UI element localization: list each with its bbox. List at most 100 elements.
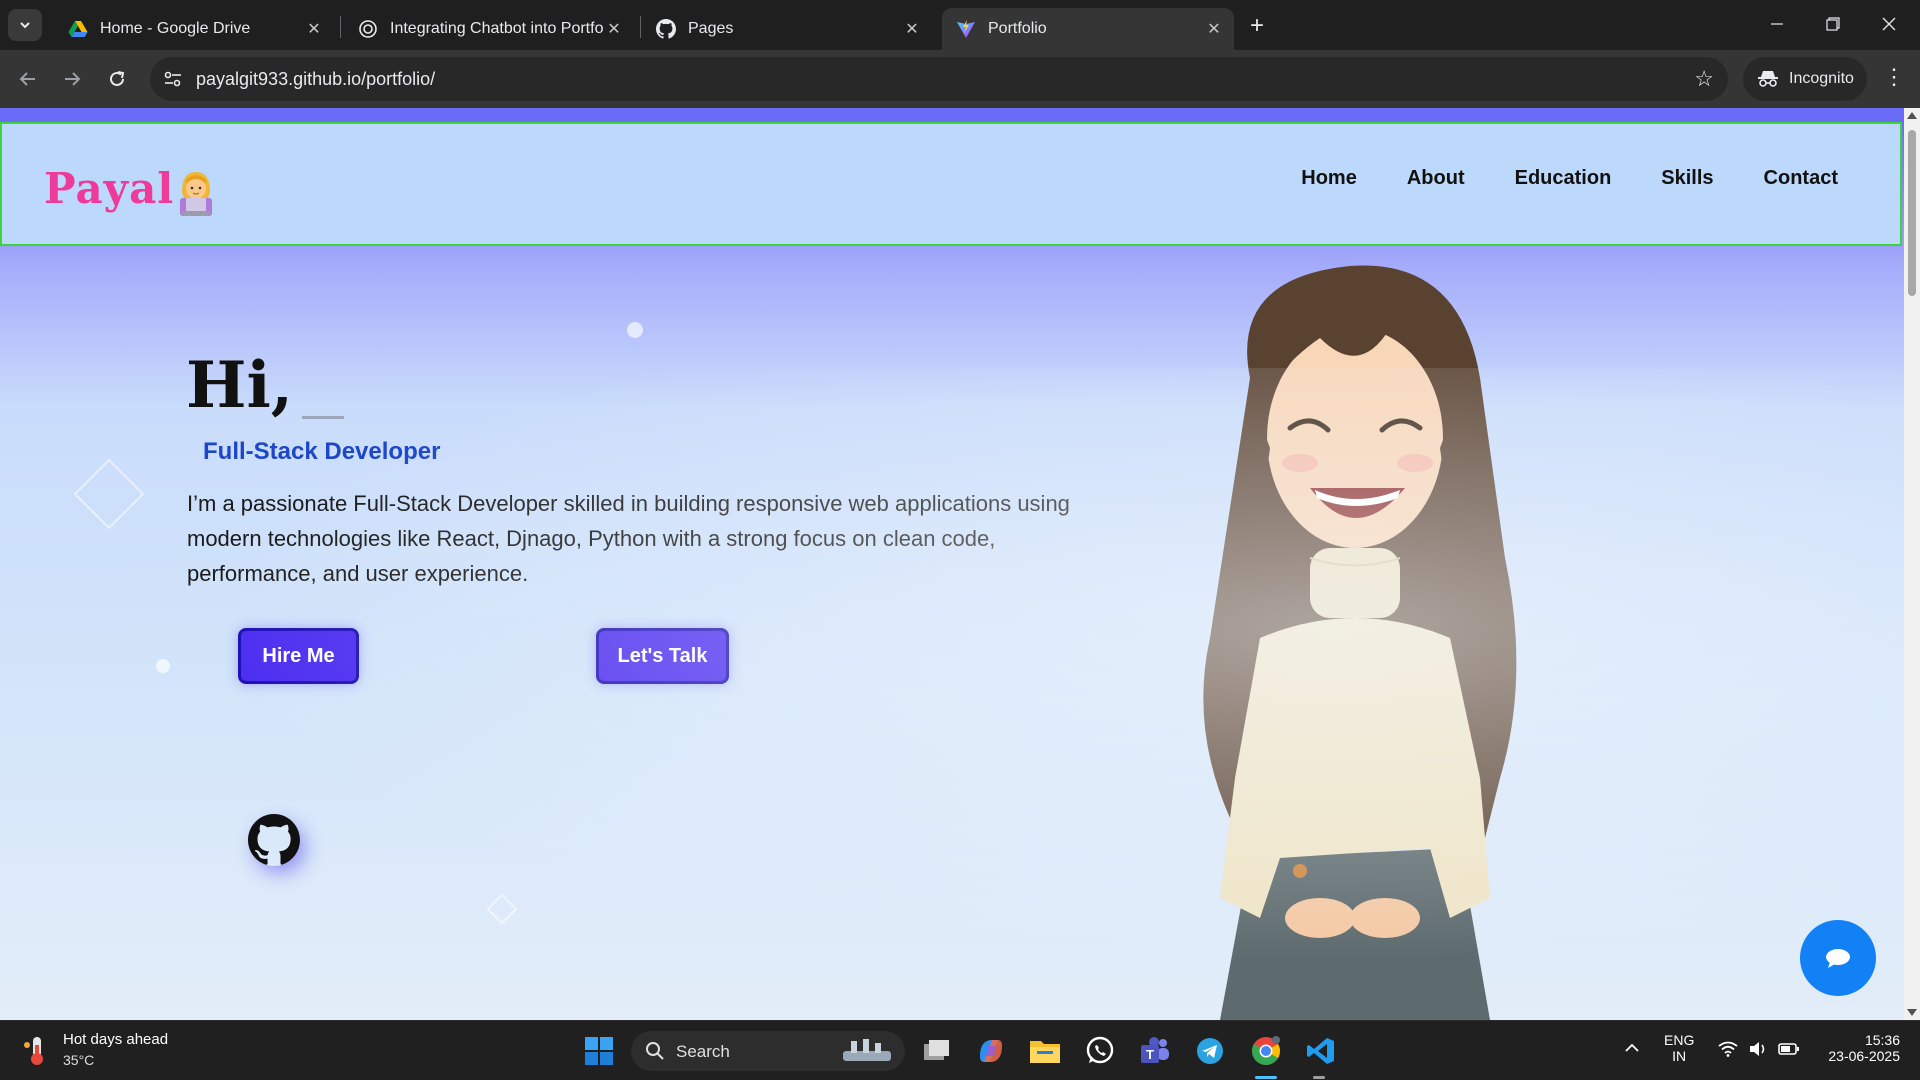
decorative-diamond [73, 458, 145, 530]
browser-menu-icon[interactable]: ⋮ [1880, 64, 1908, 90]
tab-search-button[interactable] [8, 9, 42, 41]
google-drive-icon [68, 19, 88, 39]
site-logo[interactable]: Payal [44, 164, 174, 213]
weather-title[interactable]: Hot days ahead [63, 1031, 168, 1048]
copilot-button[interactable] [974, 1034, 1008, 1068]
decorative-dot [156, 659, 170, 673]
language-region: IN [1672, 1048, 1687, 1064]
show-hidden-icons-button[interactable] [1624, 1041, 1640, 1059]
close-icon[interactable]: ✕ [1204, 19, 1224, 39]
main-nav: Home About Education Skills Contact [1301, 167, 1838, 190]
language-code: ENG [1664, 1032, 1695, 1048]
reload-button[interactable] [101, 63, 133, 95]
whatsapp-button[interactable] [1083, 1034, 1117, 1068]
chatbot-button[interactable] [1800, 920, 1876, 996]
vscode-icon [1307, 1038, 1334, 1064]
minimize-button[interactable] [1750, 6, 1804, 42]
hero-description: I’m a passionate Full-Stack Developer sk… [187, 491, 1070, 586]
close-icon[interactable]: ✕ [304, 19, 324, 39]
forward-button[interactable] [56, 63, 88, 95]
close-window-button[interactable] [1862, 6, 1916, 42]
restore-button[interactable] [1806, 6, 1860, 42]
telegram-icon [1197, 1038, 1223, 1064]
nav-about[interactable]: About [1407, 167, 1465, 190]
tab-divider [640, 16, 641, 38]
decorative-diamond [486, 893, 518, 925]
page-scrollbar[interactable] [1904, 108, 1920, 1020]
close-icon[interactable]: ✕ [604, 19, 624, 39]
chat-bubble-icon [1826, 949, 1850, 968]
tab-title: Home - Google Drive [100, 20, 251, 37]
weather-temperature[interactable]: 35°C [63, 1052, 94, 1068]
hire-me-button[interactable]: Hire Me [238, 628, 359, 684]
telegram-button[interactable] [1193, 1034, 1227, 1068]
vscode-button[interactable] [1304, 1034, 1338, 1068]
teams-icon: T [1141, 1037, 1169, 1063]
tab-portfolio[interactable]: Portfolio ✕ [942, 8, 1234, 50]
tab-title: Pages [688, 20, 734, 37]
open-app-indicator [1313, 1076, 1325, 1079]
scroll-down-arrow-icon[interactable] [1907, 1009, 1917, 1016]
start-button[interactable] [582, 1034, 616, 1068]
task-view-icon [924, 1040, 949, 1060]
clock-date: 23-06-2025 [1828, 1048, 1900, 1064]
clock[interactable]: 15:36 23-06-2025 [1816, 1032, 1900, 1064]
nav-education[interactable]: Education [1515, 167, 1612, 190]
teams-button[interactable]: T [1138, 1034, 1172, 1068]
scroll-thumb[interactable] [1908, 130, 1916, 296]
windows-taskbar: Hot days ahead 35°C Search T ENG IN 15:3… [0, 1020, 1920, 1080]
tab-title: Integrating Chatbot into Portfoli [390, 20, 604, 37]
search-icon [646, 1042, 664, 1060]
tab-chatgpt[interactable]: Integrating Chatbot into Portfoli ✕ [344, 8, 634, 50]
reload-icon [110, 71, 125, 86]
chevron-down-icon [20, 22, 30, 29]
scroll-up-arrow-icon[interactable] [1907, 112, 1917, 119]
search-label: Search [676, 1042, 730, 1061]
github-link[interactable] [248, 814, 300, 866]
weather-widget[interactable] [22, 1035, 52, 1072]
battery-icon [1778, 1043, 1799, 1055]
chrome-button[interactable] [1249, 1034, 1283, 1068]
active-app-indicator [1255, 1076, 1277, 1079]
nav-home[interactable]: Home [1301, 167, 1357, 190]
typing-cursor [302, 416, 344, 419]
arrow-right-icon [65, 72, 81, 86]
lets-talk-button[interactable]: Let's Talk [596, 628, 729, 684]
volume-icon [1750, 1042, 1765, 1056]
decorative-dot [627, 322, 643, 338]
hero-greeting: Hi, [186, 348, 294, 423]
tab-pages[interactable]: Pages ✕ [642, 8, 932, 50]
hero-role: Full-Stack Developer [203, 438, 441, 465]
new-tab-button[interactable]: + [1243, 12, 1271, 40]
incognito-indicator[interactable]: Incognito [1743, 57, 1867, 101]
browser-toolbar: payalgit933.github.io/portfolio/ ☆ Incog… [0, 50, 1920, 108]
close-icon[interactable]: ✕ [902, 19, 922, 39]
windows-logo-icon [585, 1037, 613, 1065]
tab-strip: Home - Google Drive ✕ Integrating Chatbo… [0, 0, 1920, 50]
github-icon [656, 19, 676, 39]
address-bar[interactable]: payalgit933.github.io/portfolio/ ☆ [150, 57, 1728, 101]
tab-google-drive[interactable]: Home - Google Drive ✕ [54, 8, 334, 50]
vite-icon [956, 19, 976, 39]
url-text[interactable]: payalgit933.github.io/portfolio/ [196, 69, 435, 90]
close-icon [1882, 17, 1896, 31]
page-viewport: Payal Home About Education Skills Contac… [0, 108, 1904, 1020]
tab-title: Portfolio [988, 20, 1047, 37]
nav-contact[interactable]: Contact [1764, 167, 1838, 190]
taskbar-search[interactable]: Search [631, 1031, 905, 1071]
back-button[interactable] [12, 63, 44, 95]
task-view-button[interactable] [920, 1034, 954, 1068]
language-indicator[interactable]: ENG IN [1664, 1032, 1694, 1064]
copilot-icon [980, 1040, 1002, 1062]
github-icon [248, 814, 300, 865]
site-info-icon[interactable] [162, 68, 184, 90]
nav-skills[interactable]: Skills [1661, 167, 1713, 190]
hero-illustration-girl [1203, 265, 1517, 1020]
bookmark-star-icon[interactable]: ☆ [1694, 66, 1714, 92]
file-explorer-button[interactable] [1028, 1034, 1062, 1068]
thermometer-icon [24, 1037, 43, 1065]
arrow-left-icon [19, 72, 35, 86]
search-highlight-icon [843, 1039, 891, 1061]
minimize-icon [1771, 23, 1783, 25]
system-tray-status[interactable] [1718, 1041, 1800, 1057]
